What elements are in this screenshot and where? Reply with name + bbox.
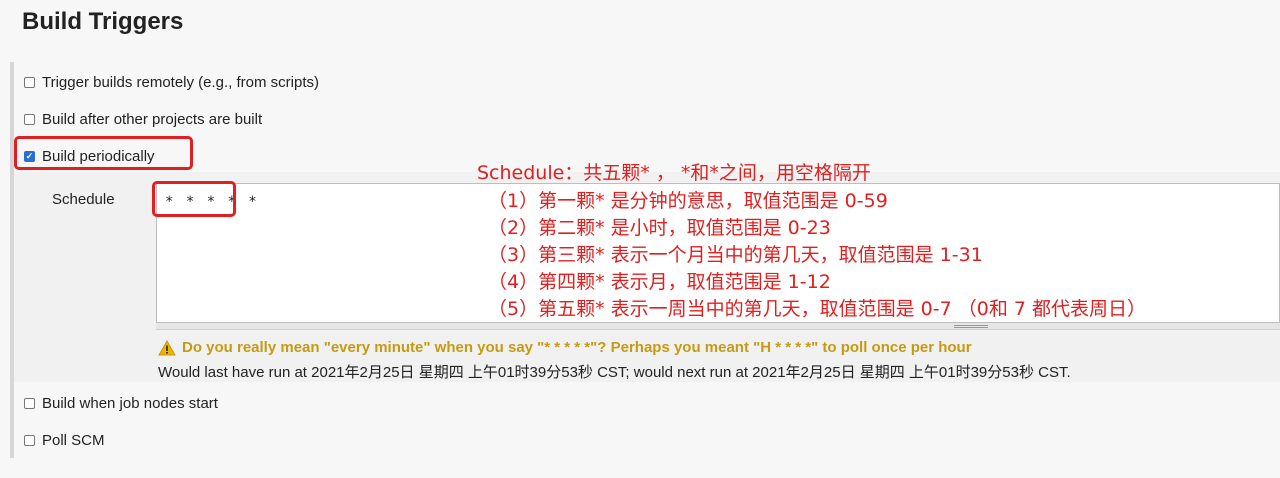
option-label-trigger-remotely: Trigger builds remotely (e.g., from scri… (42, 73, 320, 91)
option-build-job-nodes-start[interactable]: Build when job nodes start (24, 393, 218, 413)
schedule-run-info: Would last have run at 2021年2月25日 星期四 上午… (158, 364, 1071, 381)
checkbox-trigger-remotely[interactable] (24, 76, 35, 88)
schedule-warning: Do you really mean "every minute" when y… (158, 339, 972, 356)
annotation-line-2: （2）第二颗* 是小时，取值范围是 0-23 (488, 217, 831, 239)
annotation-line-1: （1）第一颗* 是分钟的意思，取值范围是 0-59 (488, 190, 888, 212)
option-poll-scm[interactable]: Poll SCM (24, 430, 105, 450)
annotation-line-5: （5）第五颗* 表示一周当中的第几天，取值范围是 0-7 （0和 7 都代表周日… (488, 298, 1146, 320)
checkbox-build-periodically[interactable]: ✓ (24, 150, 35, 162)
resize-grip-icon[interactable] (954, 325, 988, 328)
option-label-build-periodically: Build periodically (42, 147, 155, 165)
annotation-header: Schedule：共五颗* ， *和*之间，用空格隔开 (477, 162, 871, 184)
warning-triangle-icon (158, 339, 176, 355)
warning-text: Do you really mean "every minute" when y… (182, 339, 972, 356)
checkbox-build-job-nodes-start[interactable] (24, 397, 35, 409)
option-build-periodically[interactable]: ✓ Build periodically (24, 146, 155, 166)
option-build-after-other[interactable]: Build after other projects are built (24, 109, 262, 129)
annotation-line-3: （3）第三颗* 表示一个月当中的第几天，取值范围是 1-31 (488, 244, 983, 266)
option-label-poll-scm: Poll SCM (42, 431, 105, 449)
checkmark-icon: ✓ (25, 150, 34, 161)
checkbox-poll-scm[interactable] (24, 434, 35, 446)
annotation-line-4: （4）第四颗* 表示月，取值范围是 1-12 (488, 271, 831, 293)
option-label-build-after-other: Build after other projects are built (42, 110, 263, 128)
schedule-label: Schedule (52, 191, 115, 208)
option-trigger-remotely[interactable]: Trigger builds remotely (e.g., from scri… (24, 72, 319, 92)
option-label-build-job-nodes-start: Build when job nodes start (42, 394, 218, 412)
textarea-resize-bar[interactable] (156, 323, 1280, 330)
page-title: Build Triggers (22, 8, 184, 35)
checkbox-build-after-other[interactable] (24, 113, 35, 125)
schedule-value: * * * * * (165, 194, 259, 210)
